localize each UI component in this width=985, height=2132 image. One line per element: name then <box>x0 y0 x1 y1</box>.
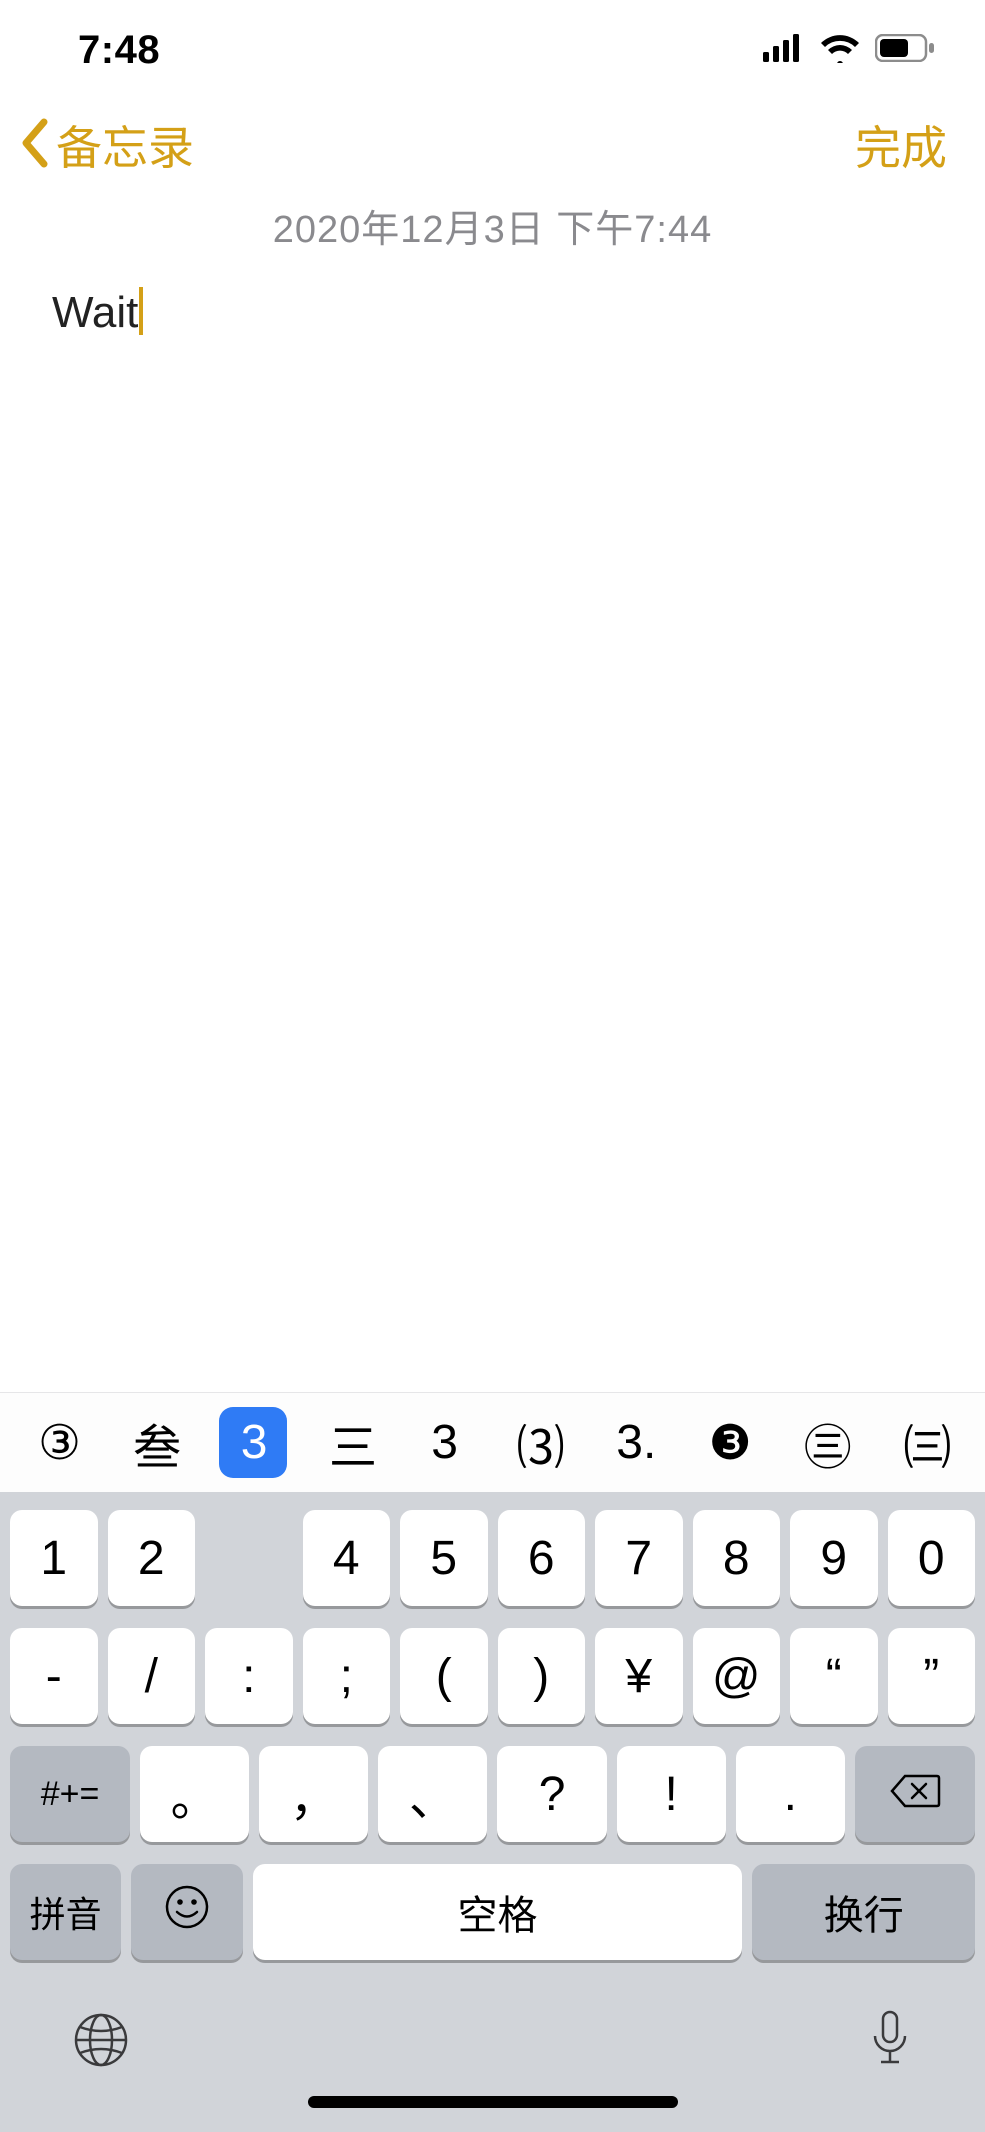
keyboard-row-1: 1 2 4 5 6 7 8 9 0 <box>10 1510 975 1606</box>
key-lparen[interactable]: ( <box>400 1628 488 1724</box>
key-question[interactable]: ? <box>497 1746 606 1842</box>
key-space[interactable]: 空格 <box>253 1864 743 1960</box>
done-button[interactable]: 完成 <box>855 112 947 178</box>
delete-icon <box>889 1767 941 1822</box>
candidate-2[interactable]: 3 <box>219 1407 287 1478</box>
key-emoji[interactable] <box>131 1864 242 1960</box>
back-label: 备忘录 <box>56 112 194 178</box>
note-timestamp: 2020年12月3日 下午7:44 <box>0 190 985 269</box>
candidate-bar: ③ 叁 3 三 3 ⑶ 3. ❸ ㊂ ㈢ <box>0 1392 985 1492</box>
battery-icon <box>875 34 935 67</box>
status-time: 7:48 <box>78 28 160 73</box>
key-0[interactable]: 0 <box>888 1510 976 1606</box>
key-enum-comma[interactable]: 、 <box>378 1746 487 1842</box>
note-text: Wait <box>52 288 138 337</box>
key-5[interactable]: 5 <box>400 1510 488 1606</box>
text-cursor <box>139 287 143 335</box>
candidate-5[interactable]: ⑶ <box>503 1400 575 1486</box>
key-dot[interactable]: . <box>736 1746 845 1842</box>
key-8[interactable]: 8 <box>693 1510 781 1606</box>
nav-bar: 备忘录 完成 <box>0 100 985 190</box>
emoji-icon <box>164 1884 210 1941</box>
candidate-4[interactable]: 3 <box>415 1407 475 1478</box>
candidate-0[interactable]: ③ <box>24 1407 91 1479</box>
key-1[interactable]: 1 <box>10 1510 98 1606</box>
key-exclaim[interactable]: ! <box>617 1746 726 1842</box>
candidate-8[interactable]: ㊂ <box>790 1400 862 1486</box>
key-7[interactable]: 7 <box>595 1510 683 1606</box>
cellular-icon <box>763 34 805 67</box>
keyboard-row-4: 拼音 空格 换行 <box>10 1864 975 1960</box>
key-comma-cn[interactable]: ， <box>259 1746 368 1842</box>
back-button[interactable]: 备忘录 <box>18 112 194 178</box>
keyboard-bottom-bar <box>0 1982 985 2132</box>
chevron-left-icon <box>18 118 52 173</box>
candidate-6[interactable]: 3. <box>602 1407 666 1478</box>
key-period-cn[interactable]: 。 <box>140 1746 249 1842</box>
key-2[interactable]: 2 <box>108 1510 196 1606</box>
key-4[interactable]: 4 <box>303 1510 391 1606</box>
candidate-3[interactable]: 三 <box>315 1400 387 1486</box>
keyboard-row-3: #+= 。 ， 、 ? ! . <box>10 1746 975 1842</box>
key-at[interactable]: @ <box>693 1628 781 1724</box>
status-icons <box>763 33 935 68</box>
candidate-9[interactable]: ㈢ <box>889 1400 961 1486</box>
key-yen[interactable]: ¥ <box>595 1628 683 1724</box>
key-colon[interactable]: : <box>205 1628 293 1724</box>
key-9[interactable]: 9 <box>790 1510 878 1606</box>
key-6[interactable]: 6 <box>498 1510 586 1606</box>
key-blank <box>205 1510 293 1606</box>
note-body[interactable]: Wait <box>0 269 985 1392</box>
keyboard: 1 2 4 5 6 7 8 9 0 - / : ; ( ) ¥ @ “ ” #+… <box>0 1492 985 1982</box>
globe-icon[interactable] <box>72 2011 130 2074</box>
key-delete[interactable] <box>855 1746 975 1842</box>
keyboard-row-2: - / : ; ( ) ¥ @ “ ” <box>10 1628 975 1724</box>
home-indicator[interactable] <box>308 2096 678 2108</box>
key-symbol-shift[interactable]: #+= <box>10 1746 130 1842</box>
candidate-1[interactable]: 叁 <box>119 1400 191 1486</box>
key-pinyin[interactable]: 拼音 <box>10 1864 121 1960</box>
key-semicolon[interactable]: ; <box>303 1628 391 1724</box>
wifi-icon <box>819 33 861 68</box>
key-rquote[interactable]: ” <box>888 1628 976 1724</box>
status-bar: 7:48 <box>0 0 985 100</box>
key-dash[interactable]: - <box>10 1628 98 1724</box>
key-rparen[interactable]: ) <box>498 1628 586 1724</box>
key-slash[interactable]: / <box>108 1628 196 1724</box>
dictation-icon[interactable] <box>867 2008 913 2077</box>
key-lquote[interactable]: “ <box>790 1628 878 1724</box>
key-return[interactable]: 换行 <box>752 1864 975 1960</box>
candidate-7[interactable]: ❸ <box>695 1407 762 1479</box>
